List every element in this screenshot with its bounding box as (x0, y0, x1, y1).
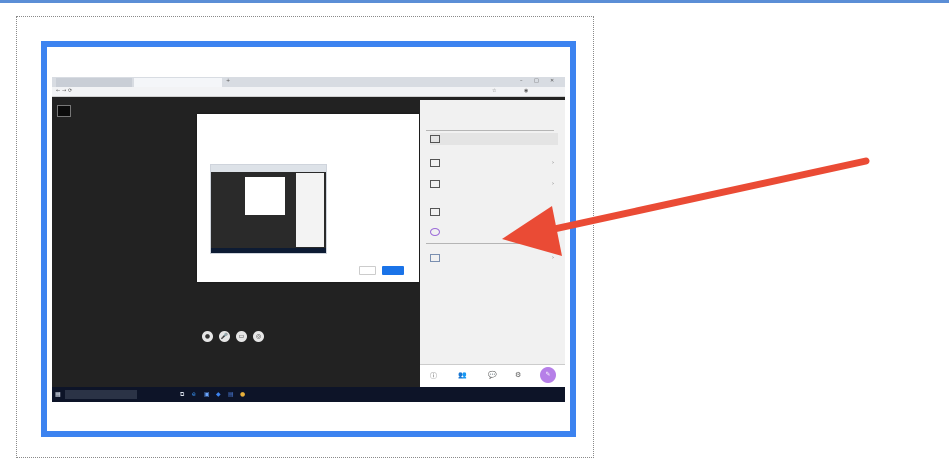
arrow-shaft (541, 157, 870, 235)
red-pointer-arrow (502, 157, 870, 256)
arrow-shape (502, 157, 870, 256)
arrow-head (502, 206, 562, 256)
